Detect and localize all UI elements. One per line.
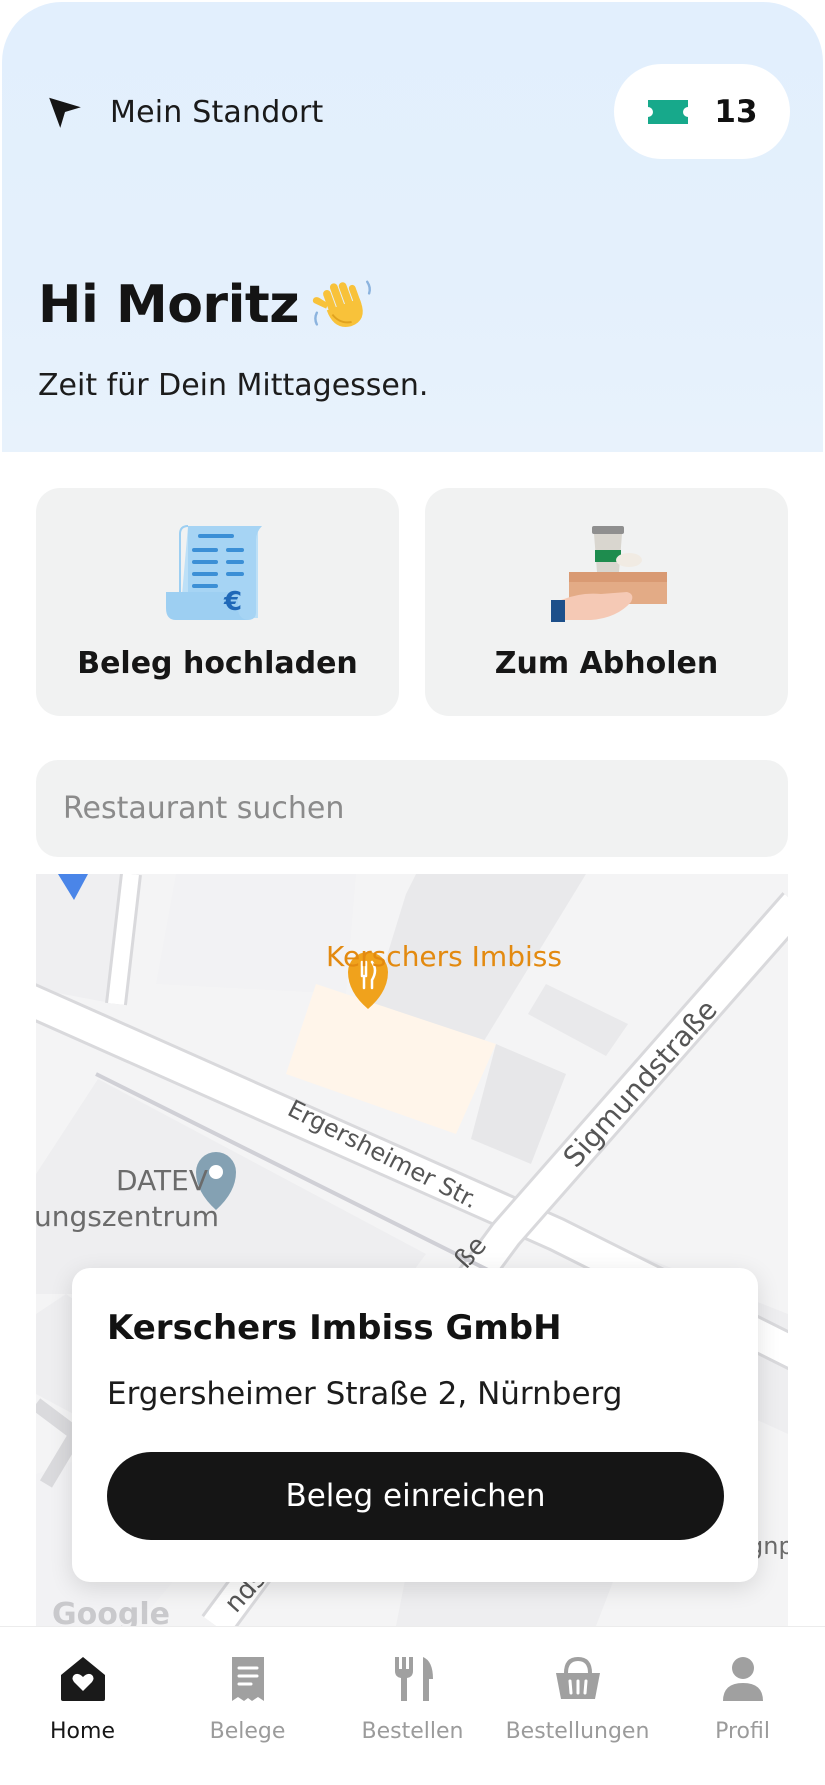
basket-icon bbox=[555, 1656, 600, 1699]
tab-profil[interactable]: Profil bbox=[660, 1627, 825, 1785]
receipt-euro-icon: € bbox=[165, 525, 262, 620]
svg-text:€: € bbox=[223, 587, 242, 617]
cutlery-icon bbox=[394, 1657, 433, 1701]
submit-receipt-button[interactable]: Beleg einreichen bbox=[107, 1452, 724, 1540]
waving-hand-icon bbox=[312, 280, 371, 327]
greeting-text: Hi Moritz bbox=[38, 275, 300, 335]
tab-bestellen-label: Bestellen bbox=[361, 1719, 464, 1744]
profile-icon bbox=[722, 1657, 763, 1701]
upload-receipt-card[interactable]: € Beleg hochladen bbox=[36, 488, 399, 716]
restaurant-popup: Kerschers Imbiss GmbH Ergersheimer Straß… bbox=[72, 1268, 758, 1582]
tab-bestellungen[interactable]: Bestellungen bbox=[495, 1627, 660, 1785]
tab-bestellen[interactable]: Bestellen bbox=[330, 1627, 495, 1785]
location-selector[interactable]: Mein Standort bbox=[46, 90, 324, 134]
restaurant-name: Kerschers Imbiss GmbH bbox=[107, 1308, 562, 1348]
map-poi-label-1: DATEV bbox=[116, 1164, 208, 1197]
voucher-count: 13 bbox=[714, 93, 758, 130]
tab-belege[interactable]: Belege bbox=[165, 1627, 330, 1785]
ticket-icon bbox=[648, 99, 689, 124]
tab-home-label: Home bbox=[50, 1719, 115, 1744]
location-label: Mein Standort bbox=[110, 94, 324, 130]
map-poi-label-2: ungszentrum bbox=[36, 1200, 219, 1233]
voucher-counter[interactable]: 13 bbox=[614, 64, 790, 159]
subtitle: Zeit für Dein Mittagessen. bbox=[38, 368, 429, 403]
receipt-icon bbox=[231, 1657, 264, 1701]
greeting: Hi Moritz bbox=[38, 274, 373, 336]
location-arrow-icon bbox=[49, 97, 81, 128]
header: Mein Standort 13 Hi Moritz Zeit für Dein… bbox=[2, 2, 823, 452]
bottom-tab-bar: Home Belege Bestellen Bestellungen Profi… bbox=[0, 1626, 825, 1785]
pickup-card[interactable]: Zum Abholen bbox=[425, 488, 788, 716]
tab-bestellungen-label: Bestellungen bbox=[505, 1719, 650, 1744]
tab-belege-label: Belege bbox=[209, 1719, 286, 1744]
home-heart-icon bbox=[60, 1657, 105, 1701]
upload-receipt-label: Beleg hochladen bbox=[77, 646, 358, 681]
restaurant-address: Ergersheimer Straße 2, Nürnberg bbox=[107, 1376, 623, 1412]
restaurant-search-input[interactable] bbox=[36, 760, 788, 857]
tab-profil-label: Profil bbox=[715, 1719, 770, 1744]
map-restaurant-label: Kerschers Imbiss bbox=[326, 940, 562, 973]
takeaway-hand-icon bbox=[550, 526, 667, 622]
google-logo: Google bbox=[52, 1597, 170, 1626]
tab-home[interactable]: Home bbox=[0, 1627, 165, 1785]
pickup-label: Zum Abholen bbox=[494, 646, 719, 681]
